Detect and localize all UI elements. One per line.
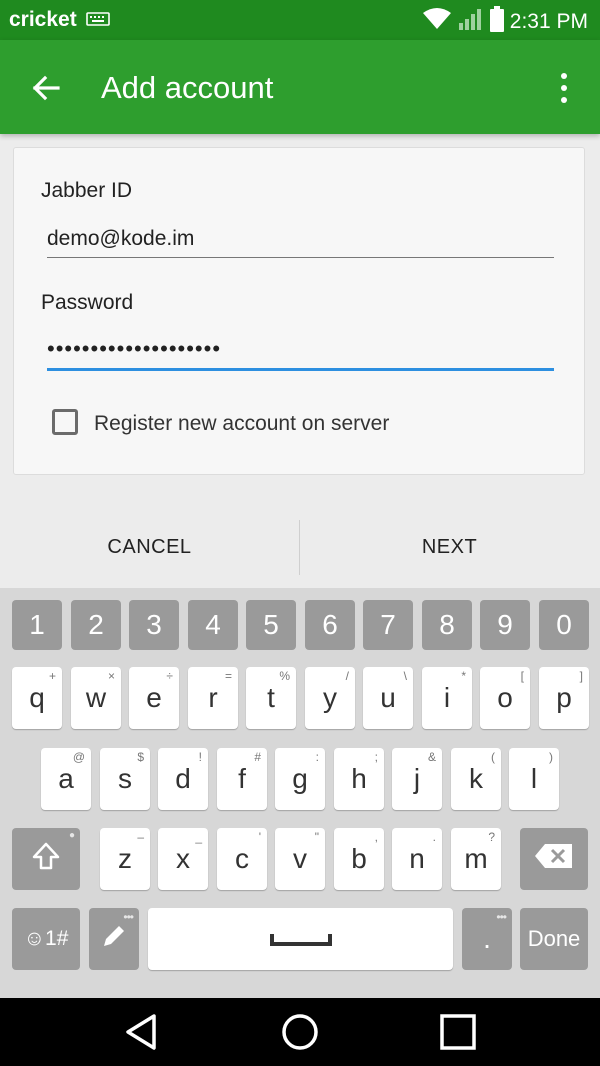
key-l[interactable]: l) xyxy=(509,748,559,810)
key-3[interactable]: 3 xyxy=(129,600,179,650)
key-f[interactable]: f # xyxy=(217,748,267,810)
home-circle-icon[interactable] xyxy=(280,1012,320,1052)
key-h[interactable]: h; xyxy=(334,748,384,810)
key-s[interactable]: s $ xyxy=(100,748,150,810)
key-p[interactable]: p] xyxy=(539,667,589,729)
key-y[interactable]: y / xyxy=(305,667,355,729)
soft-keyboard: 1 2 3 4 5 6 7 8 9 0 q + w × e ÷ r = t% y / u \… xyxy=(0,588,600,998)
carrier-name: cricket xyxy=(9,8,77,31)
space-icon xyxy=(269,923,333,955)
overflow-menu-icon[interactable] xyxy=(548,70,580,106)
key-k[interactable]: k( xyxy=(451,748,501,810)
jabber-id-input[interactable]: demo@kode.im xyxy=(47,227,555,251)
key-t[interactable]: t% xyxy=(246,667,296,729)
key-1[interactable]: 1 xyxy=(12,600,62,650)
password-label: Password xyxy=(41,291,134,314)
key-w[interactable]: w × xyxy=(71,667,121,729)
back-triangle-icon[interactable] xyxy=(122,1012,162,1052)
key-z[interactable]: z – xyxy=(100,828,150,890)
pencil-icon xyxy=(100,922,128,957)
key-j[interactable]: j & xyxy=(392,748,442,810)
backspace-icon xyxy=(534,843,574,876)
key-b[interactable]: b, xyxy=(334,828,384,890)
shift-key[interactable]: ● xyxy=(12,828,80,890)
key-u[interactable]: u \ xyxy=(363,667,413,729)
key-m[interactable]: m? xyxy=(451,828,501,890)
key-a[interactable]: a @ xyxy=(41,748,91,810)
key-i[interactable]: i * xyxy=(422,667,472,729)
page-title: Add account xyxy=(101,70,274,105)
keyboard-icon xyxy=(86,12,110,31)
cancel-button[interactable]: CANCEL xyxy=(0,520,299,575)
next-button[interactable]: NEXT xyxy=(300,520,599,575)
key-d[interactable]: d! xyxy=(158,748,208,810)
key-4[interactable]: 4 xyxy=(188,600,238,650)
key-8[interactable]: 8 xyxy=(422,600,472,650)
app-bar: Add account xyxy=(0,40,600,134)
password-underline xyxy=(47,368,554,371)
signal-icon xyxy=(458,7,484,36)
recents-square-icon[interactable] xyxy=(438,1012,478,1052)
emoji-symbols-key[interactable]: ☺1# xyxy=(12,908,80,970)
key-g[interactable]: g: xyxy=(275,748,325,810)
key-5[interactable]: 5 xyxy=(246,600,296,650)
key-o[interactable]: o[ xyxy=(480,667,530,729)
key-2[interactable]: 2 xyxy=(71,600,121,650)
status-bar: cricket 2:31 PM xyxy=(0,0,600,40)
key-0[interactable]: 0 xyxy=(539,600,589,650)
key-9[interactable]: 9 xyxy=(480,600,530,650)
wifi-icon xyxy=(422,7,452,36)
clock: 2:31 PM xyxy=(509,9,588,33)
password-input[interactable]: •••••••••••••••••••• xyxy=(47,336,555,362)
key-7[interactable]: 7 xyxy=(363,600,413,650)
system-nav-bar xyxy=(0,998,600,1066)
register-checkbox[interactable] xyxy=(52,409,78,435)
register-checkbox-label[interactable]: Register new account on server xyxy=(94,412,389,436)
done-key[interactable]: Done xyxy=(520,908,588,970)
backspace-key[interactable] xyxy=(520,828,588,890)
key-r[interactable]: r = xyxy=(188,667,238,729)
key-e[interactable]: e ÷ xyxy=(129,667,179,729)
key-n[interactable]: n. xyxy=(392,828,442,890)
key-v[interactable]: v " xyxy=(275,828,325,890)
account-form-card: Jabber ID demo@kode.im Password ••••••••… xyxy=(13,147,585,475)
key-6[interactable]: 6 xyxy=(305,600,355,650)
space-key[interactable] xyxy=(148,908,453,970)
handwriting-key[interactable]: ••• xyxy=(89,908,139,970)
key-x[interactable]: x _ xyxy=(158,828,208,890)
back-arrow-icon[interactable] xyxy=(28,70,64,106)
jabber-id-underline xyxy=(47,257,554,258)
key-c[interactable]: c ' xyxy=(217,828,267,890)
period-key[interactable]: . ••• xyxy=(462,908,512,970)
shift-icon xyxy=(31,841,61,878)
jabber-id-label: Jabber ID xyxy=(41,179,133,202)
battery-icon xyxy=(489,6,504,37)
key-q[interactable]: q + xyxy=(12,667,62,729)
